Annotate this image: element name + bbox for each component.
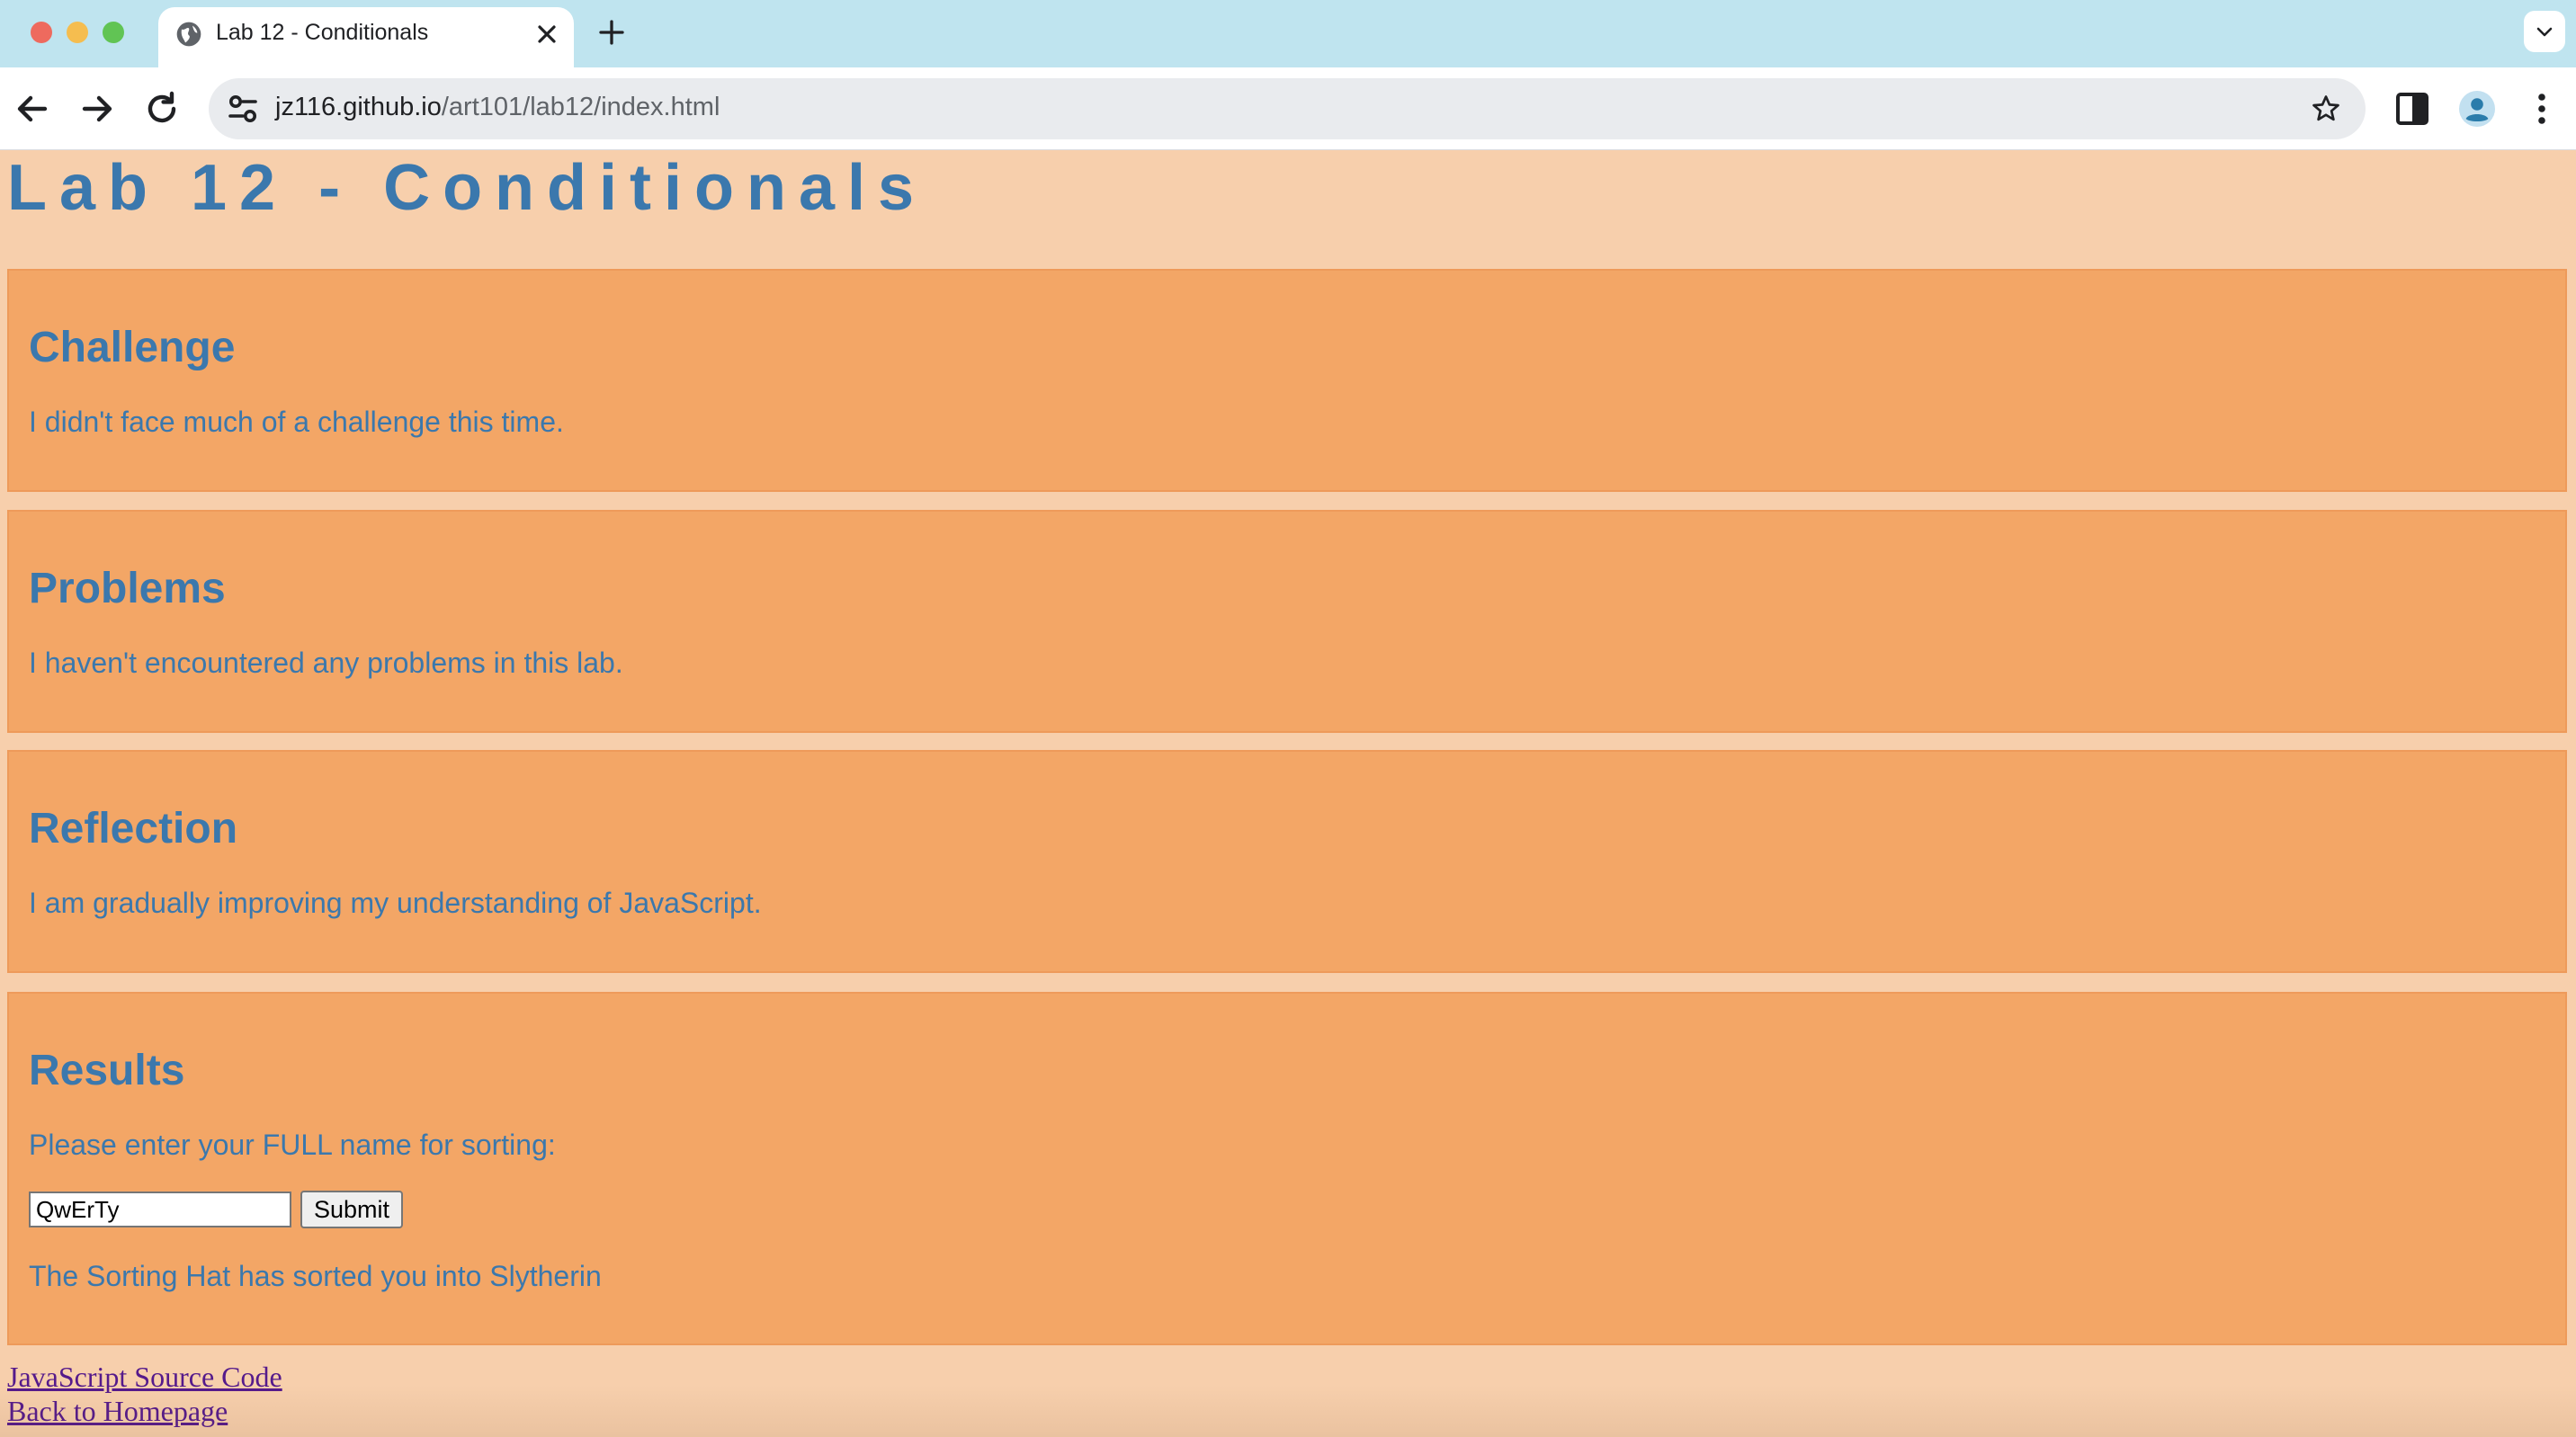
plus-icon[interactable] [595, 16, 628, 49]
section-heading: Reflection [29, 805, 238, 852]
url-domain: jz116.github.io [275, 93, 442, 121]
section-text: I didn't face much of a challenge this t… [29, 406, 564, 438]
browser-toolbar: jz116.github.io/art101/lab12/index.html [0, 67, 2576, 150]
challenge-section: Challenge I didn't face much of a challe… [7, 269, 2567, 492]
section-heading: Results [29, 1047, 185, 1094]
profile-avatar-icon[interactable] [2455, 87, 2499, 130]
browser-tab-strip: Lab 12 - Conditionals [0, 0, 2576, 67]
side-panel-icon[interactable] [2391, 87, 2434, 130]
section-heading: Problems [29, 565, 226, 612]
problems-section: Problems I haven't encountered any probl… [7, 510, 2567, 733]
name-prompt: Please enter your FULL name for sorting: [29, 1129, 556, 1161]
tab-title: Lab 12 - Conditionals [216, 20, 429, 45]
page-title: Lab 12 - Conditionals [7, 152, 927, 224]
browser-tab[interactable]: Lab 12 - Conditionals [158, 7, 574, 67]
name-input[interactable] [29, 1192, 291, 1227]
section-text: I haven't encountered any problems in th… [29, 647, 623, 679]
window-close-button[interactable] [31, 22, 52, 43]
window-zoom-button[interactable] [103, 22, 124, 43]
reload-icon[interactable] [140, 87, 183, 130]
reflection-section: Reflection I am gradually improving my u… [7, 750, 2567, 973]
chevron-down-icon [2536, 27, 2553, 37]
tab-search-button[interactable] [2524, 11, 2565, 52]
submit-button[interactable]: Submit [300, 1191, 403, 1228]
arrow-left-icon[interactable] [11, 87, 54, 130]
window-minimize-button[interactable] [67, 22, 88, 43]
address-bar[interactable]: jz116.github.io/art101/lab12/index.html [209, 78, 2366, 139]
kebab-menu-icon[interactable] [2520, 87, 2563, 130]
globe-icon [176, 22, 201, 47]
arrow-right-icon[interactable] [76, 87, 119, 130]
sorting-result: The Sorting Hat has sorted you into Slyt… [29, 1260, 602, 1292]
url-text[interactable]: jz116.github.io/art101/lab12/index.html [275, 93, 720, 122]
close-icon[interactable] [532, 20, 561, 49]
javascript-source-link[interactable]: JavaScript Source Code [7, 1361, 282, 1394]
page-content: Lab 12 - Conditionals Challenge I didn't… [0, 150, 2576, 1437]
tune-icon[interactable] [221, 87, 264, 130]
results-section: Results Please enter your FULL name for … [7, 992, 2567, 1345]
section-heading: Challenge [29, 324, 236, 371]
section-text: I am gradually improving my understandin… [29, 887, 762, 919]
back-to-homepage-link[interactable]: Back to Homepage [7, 1395, 228, 1428]
url-path: /art101/lab12/index.html [441, 93, 720, 121]
star-icon[interactable] [2310, 93, 2342, 125]
